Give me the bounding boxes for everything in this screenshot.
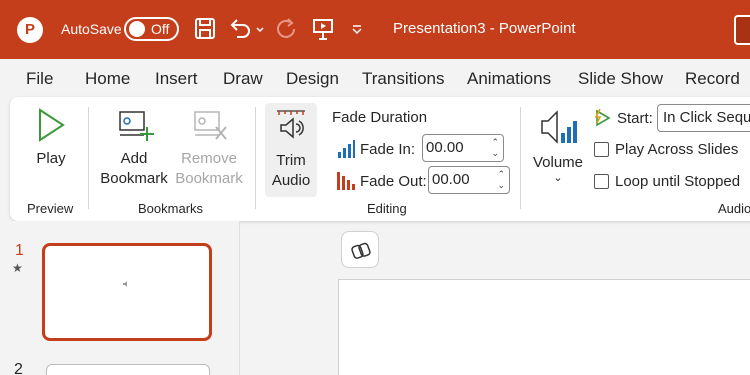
tab-insert[interactable]: Insert [155, 69, 198, 89]
tab-design[interactable]: Design [286, 69, 339, 89]
tab-transitions[interactable]: Transitions [362, 69, 445, 89]
bookmarks-group-label: Bookmarks [138, 201, 204, 216]
fade-in-spinner[interactable]: 00.00 ⌃ ⌄ [422, 134, 504, 162]
fade-out-spinner[interactable]: 00.00 ⌃ ⌄ [428, 166, 510, 194]
tab-file[interactable]: File [26, 69, 53, 89]
loop-until-stopped-checkbox[interactable] [594, 174, 609, 189]
fade-in-value: 00.00 [426, 139, 464, 156]
title-bar: P AutoSave Off Presentation3 - PowerPoin… [0, 0, 750, 59]
customize-toolbar-icon[interactable] [350, 15, 364, 43]
fade-out-icon [337, 172, 355, 190]
toggle-knob [129, 21, 145, 37]
slide-thumbnail-1[interactable] [42, 243, 212, 341]
tab-draw[interactable]: Draw [223, 69, 263, 89]
remove-bookmark-label-2: Bookmark [175, 170, 243, 187]
ribbon-tabs: File Home Insert Draw Design Transitions… [0, 59, 750, 97]
star-icon: ★ [12, 261, 23, 275]
slide-number-2: 2 [14, 361, 23, 375]
present-from-beginning-icon[interactable] [311, 15, 335, 43]
slide-canvas[interactable] [338, 279, 750, 375]
add-bookmark-label-1: Add [120, 150, 148, 167]
remove-bookmark-icon [194, 111, 227, 140]
fade-out-label: Fade Out: [360, 173, 427, 190]
play-button[interactable]: Play [26, 107, 76, 169]
audio-speaker-icon [123, 281, 127, 287]
autosave-label: AutoSave [61, 21, 122, 37]
tab-home[interactable]: Home [85, 69, 130, 89]
volume-icon [541, 110, 577, 144]
editing-group-label: Editing [367, 201, 407, 216]
slide-thumbnail-2[interactable] [46, 364, 210, 375]
autosave-toggle[interactable]: Off [124, 17, 179, 41]
start-icon [594, 108, 611, 127]
trim-audio-label-2: Audio [271, 172, 311, 189]
autosave-state: Off [151, 21, 170, 37]
remove-bookmark-label-1: Remove [181, 150, 237, 167]
start-label: Start: [617, 110, 653, 127]
save-icon[interactable] [193, 15, 217, 43]
tab-animations[interactable]: Animations [467, 69, 551, 89]
add-bookmark-label-2: Bookmark [100, 170, 168, 187]
start-dropdown[interactable]: In Click Seque [657, 104, 750, 132]
play-label: Play [36, 150, 66, 167]
fade-in-label: Fade In: [360, 141, 416, 158]
play-icon [39, 108, 65, 142]
tab-slide-show[interactable]: Slide Show [578, 69, 663, 89]
volume-dropdown-chevron-icon[interactable]: ⌄ [530, 173, 586, 184]
loop-until-stopped-label: Loop until Stopped [615, 173, 741, 190]
fade-out-value: 00.00 [432, 171, 470, 188]
volume-label: Volume [532, 154, 584, 171]
powerpoint-logo-icon: P [17, 17, 43, 43]
spinner-arrows-icon[interactable]: ⌃ ⌄ [497, 169, 505, 191]
start-value: In Click Seque [663, 109, 750, 126]
trim-audio-label-1: Trim [276, 152, 306, 169]
separator [520, 107, 521, 209]
play-across-slides-checkbox[interactable] [594, 142, 609, 157]
copilot-button[interactable] [341, 231, 379, 268]
redo-icon[interactable] [274, 15, 300, 43]
undo-icon[interactable] [228, 15, 252, 43]
play-across-slides-label: Play Across Slides [615, 141, 739, 158]
account-button[interactable] [734, 15, 750, 45]
fade-in-icon [338, 140, 355, 158]
preview-group-label: Preview [27, 201, 74, 216]
separator [88, 107, 89, 209]
tab-record[interactable]: Record [685, 69, 740, 89]
copilot-icon [351, 242, 371, 259]
add-bookmark-button[interactable]: Add Bookmark [98, 109, 170, 189]
volume-button[interactable]: Volume ⌄ [530, 107, 586, 184]
remove-bookmark-button[interactable]: Remove Bookmark [173, 109, 245, 189]
audio-options-group-label: Audio [718, 201, 750, 216]
add-bookmark-icon [119, 111, 154, 141]
slide-number-1: 1 [15, 242, 24, 259]
ribbon-panel: Play Preview Add Bookmark Remove Bookmar… [10, 97, 750, 221]
trim-audio-button[interactable]: Trim Audio [265, 103, 317, 197]
undo-dropdown-chevron-icon[interactable] [255, 15, 265, 43]
trim-audio-icon [277, 110, 305, 139]
separator [255, 107, 256, 209]
document-title: Presentation3 - PowerPoint [393, 20, 576, 37]
spinner-arrows-icon[interactable]: ⌃ ⌄ [491, 137, 499, 159]
fade-duration-label: Fade Duration [332, 109, 428, 126]
